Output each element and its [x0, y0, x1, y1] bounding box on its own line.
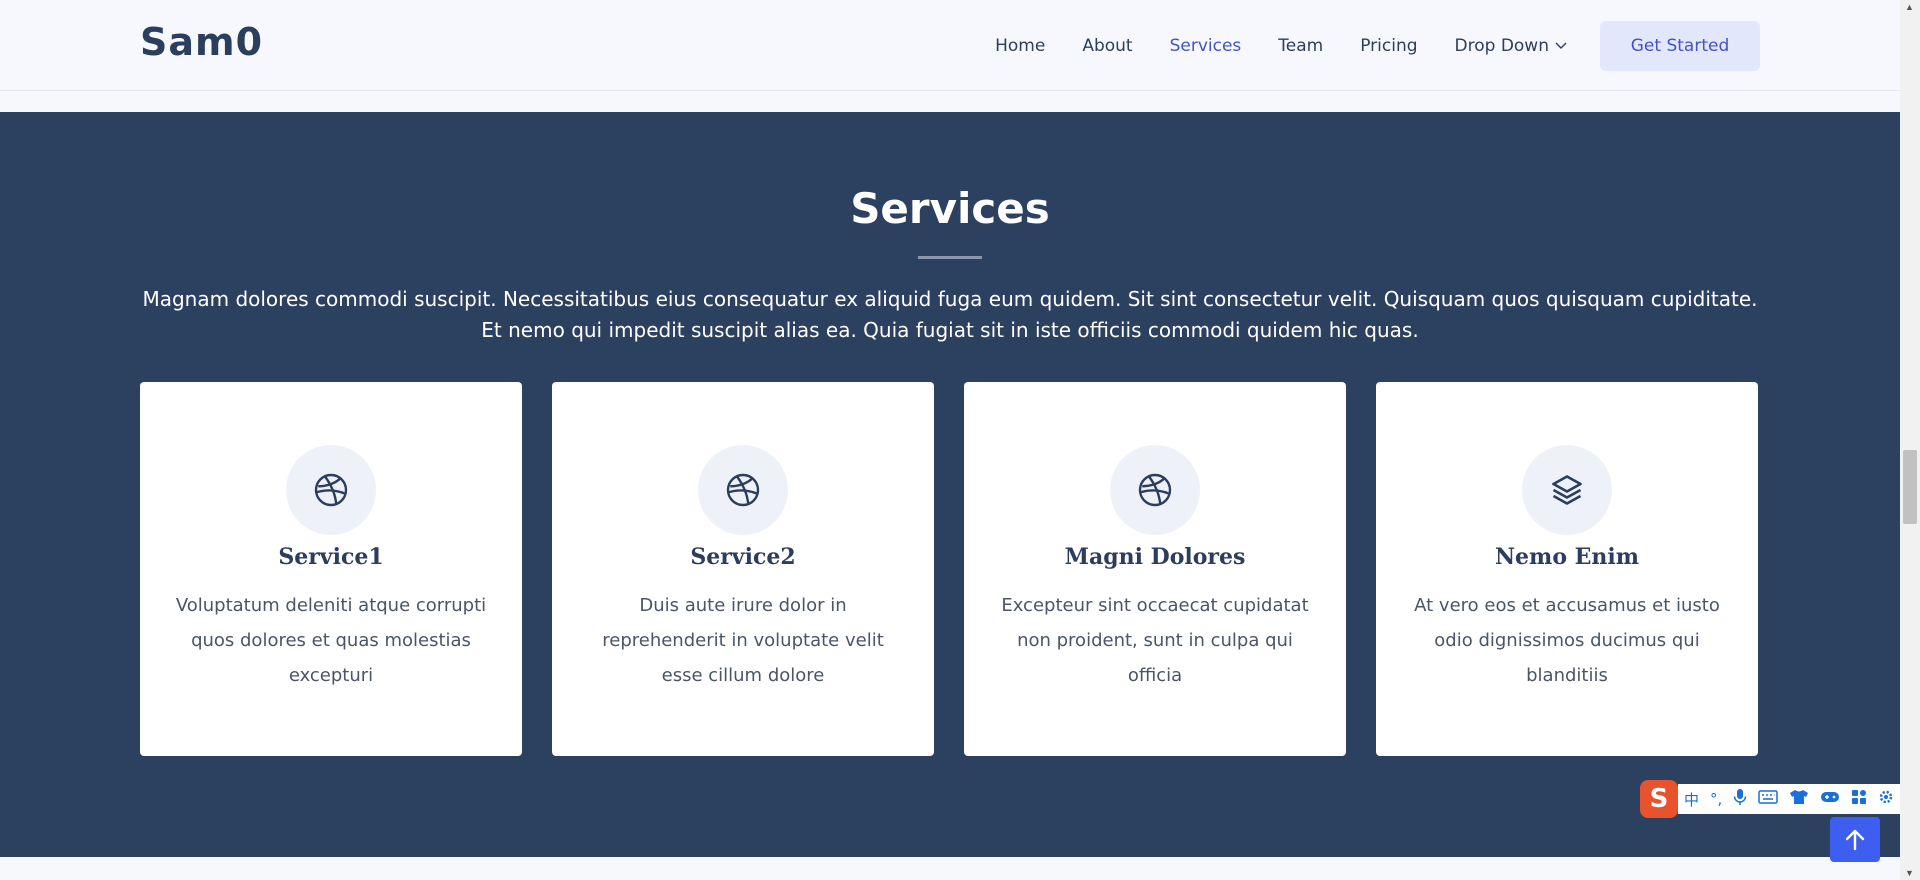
- sogou-logo-icon[interactable]: S: [1640, 780, 1678, 818]
- arrow-up-icon: [1845, 829, 1865, 850]
- site-header: Sam0 Home About Services Team Pricing Dr…: [0, 0, 1900, 91]
- scroll-up-arrow-icon[interactable]: ▲: [1905, 2, 1914, 12]
- back-to-top-button[interactable]: [1830, 817, 1880, 862]
- logo[interactable]: Sam0: [140, 20, 263, 64]
- apps-icon[interactable]: [1851, 789, 1867, 809]
- page-scrollbar[interactable]: ▲ ▼: [1900, 0, 1920, 880]
- settings-icon[interactable]: [1878, 789, 1894, 809]
- dribbble-icon: [698, 445, 788, 535]
- main-nav: Home About Services Team Pricing Drop Do…: [995, 0, 1900, 91]
- mic-icon[interactable]: [1733, 788, 1747, 810]
- scrollbar-thumb[interactable]: [1903, 450, 1917, 524]
- layers-icon: [1522, 445, 1612, 535]
- section-intro: Magnam dolores commodi suscipit. Necessi…: [142, 287, 1758, 342]
- nav-dropdown[interactable]: Drop Down: [1455, 36, 1567, 56]
- nav-about[interactable]: About: [1082, 36, 1132, 56]
- card-description: Duis aute irure dolor in reprehenderit i…: [602, 595, 884, 686]
- page: Sam0 Home About Services Team Pricing Dr…: [0, 0, 1901, 880]
- section-title: Services: [850, 184, 1050, 233]
- scroll-down-arrow-icon[interactable]: ▼: [1905, 868, 1914, 878]
- service-card[interactable]: Nemo Enim At vero eos et accusamus et iu…: [1376, 382, 1758, 756]
- ime-language-button[interactable]: 中: [1684, 789, 1699, 810]
- get-started-button[interactable]: Get Started: [1600, 20, 1760, 71]
- card-description: Voluptatum deleniti atque corrupti quos …: [175, 595, 487, 686]
- keyboard-icon[interactable]: [1758, 790, 1779, 808]
- card-title[interactable]: Service1: [140, 544, 522, 570]
- dribbble-icon: [286, 445, 376, 535]
- ime-buttons: 中 °,: [1678, 784, 1901, 814]
- ime-punctuation-button[interactable]: °,: [1710, 790, 1722, 808]
- gamepad-icon[interactable]: [1820, 790, 1840, 808]
- title-divider: [918, 256, 982, 259]
- service-cards: Service1 Voluptatum deleniti atque corru…: [140, 382, 1758, 756]
- chevron-down-icon: [1555, 42, 1567, 50]
- nav-services[interactable]: Services: [1170, 36, 1242, 56]
- nav-dropdown-label: Drop Down: [1454, 35, 1549, 56]
- service-card[interactable]: Magni Dolores Excepteur sint occaecat cu…: [964, 382, 1346, 756]
- service-card[interactable]: Service1 Voluptatum deleniti atque corru…: [140, 382, 522, 756]
- card-title[interactable]: Magni Dolores: [964, 544, 1346, 570]
- dribbble-icon: [1110, 445, 1200, 535]
- services-section: Services Magnam dolores commodi suscipit…: [0, 112, 1900, 857]
- card-title[interactable]: Service2: [552, 544, 934, 570]
- card-description: Excepteur sint occaecat cupidatat non pr…: [1001, 595, 1309, 686]
- service-card[interactable]: Service2 Duis aute irure dolor in repreh…: [552, 382, 934, 756]
- card-title[interactable]: Nemo Enim: [1376, 544, 1758, 570]
- nav-pricing[interactable]: Pricing: [1360, 36, 1417, 56]
- shirt-icon[interactable]: [1789, 789, 1809, 809]
- ime-toolbar: S 中 °,: [1640, 780, 1901, 818]
- nav-home[interactable]: Home: [995, 36, 1045, 56]
- nav-team[interactable]: Team: [1278, 36, 1323, 56]
- card-description: At vero eos et accusamus et iusto odio d…: [1414, 595, 1720, 686]
